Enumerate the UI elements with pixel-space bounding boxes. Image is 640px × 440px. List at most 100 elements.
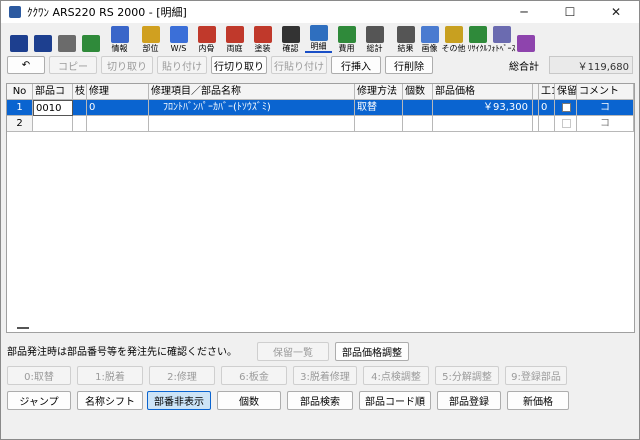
title-bar: ｸｸﾜﾝ ARS220 RS 2000 - [明細] ─ ☐ ✕ xyxy=(1,1,639,23)
repair-cell[interactable]: 0 xyxy=(87,100,149,116)
hide-part-number-button[interactable]: 部番非表示 xyxy=(147,391,211,410)
close-button[interactable]: ✕ xyxy=(593,1,639,23)
part-name-cell[interactable] xyxy=(149,116,355,132)
repair-type-registered-button[interactable]: 9:登録部品 xyxy=(505,366,567,385)
other-tool[interactable]: その他 xyxy=(441,25,466,53)
col-header-hold[interactable]: 保留 xyxy=(555,84,577,100)
repair-type-repair-button[interactable]: 2:修理 xyxy=(149,366,215,385)
row-paste-button[interactable]: 行貼り付け xyxy=(271,56,327,74)
grid-header: No 部品コ 枝 修理 修理項目／部品名称 修理方法 個数 部品価格 工1 保留… xyxy=(7,84,634,100)
image-icon xyxy=(420,26,439,43)
maximize-button[interactable]: ☐ xyxy=(547,1,593,23)
hold-checkbox[interactable] xyxy=(562,119,571,128)
part-price-adjust-button[interactable]: 部品価格調整 xyxy=(335,342,409,361)
table-row[interactable]: 2 コ xyxy=(7,116,634,132)
col-header-repair[interactable]: 修理 xyxy=(87,84,149,100)
copy-button[interactable]: コピー xyxy=(49,56,97,74)
help-tool[interactable] xyxy=(514,25,537,53)
hold-checkbox[interactable] xyxy=(562,103,571,112)
col-header-name[interactable]: 修理項目／部品名称 xyxy=(149,84,355,100)
parts-code-order-button[interactable]: 部品コード順 xyxy=(359,391,431,410)
part-code-cell[interactable] xyxy=(33,116,73,132)
col-header-comment[interactable]: コメント xyxy=(577,84,634,100)
cost-icon xyxy=(337,26,356,43)
recycle-tool[interactable]: ﾘｻｲｸﾙ xyxy=(466,25,489,53)
repair-type-sheetmetal-button[interactable]: 6:板金 xyxy=(221,366,287,385)
comment-cell[interactable]: コ xyxy=(577,100,634,116)
col-header-qty[interactable]: 個数 xyxy=(403,84,433,100)
col-header-no[interactable]: No xyxy=(7,84,33,100)
method-cell[interactable] xyxy=(355,116,403,132)
undo-button[interactable]: ↶ xyxy=(7,56,45,74)
exit-tool[interactable] xyxy=(79,25,102,53)
naiyou-tool-label: 内骨 xyxy=(198,44,215,53)
col-header-work[interactable]: 工1 xyxy=(539,84,555,100)
repair-type-detach-repair-button[interactable]: 3:脱着修理 xyxy=(293,366,357,385)
hold-list-button[interactable]: 保留一覧 xyxy=(257,342,329,361)
parts-register-button[interactable]: 部品登録 xyxy=(437,391,501,410)
parts-search-button[interactable]: 部品検索 xyxy=(287,391,353,410)
other-tool-label: その他 xyxy=(441,44,466,53)
help-icon xyxy=(516,35,535,52)
fotobase-tool-label: ﾌｫﾄﾍﾞｰｽ xyxy=(487,44,516,53)
repair-cell[interactable] xyxy=(87,116,149,132)
work-cell[interactable] xyxy=(539,116,555,132)
confirm-tool[interactable]: 確認 xyxy=(277,25,304,53)
col-header-method[interactable]: 修理方法 xyxy=(355,84,403,100)
minimize-button[interactable]: ─ xyxy=(501,1,547,23)
col-header-code[interactable]: 部品コ xyxy=(33,84,73,100)
branch-cell[interactable] xyxy=(73,116,87,132)
cut-button[interactable]: 切り取り xyxy=(101,56,153,74)
quantity-button[interactable]: 個数 xyxy=(217,391,281,410)
total-tool[interactable]: 総計 xyxy=(361,25,388,53)
col-header-price[interactable]: 部品価格 xyxy=(433,84,533,100)
kyotei-tool[interactable]: 両庭 xyxy=(221,25,248,53)
save-as-tool[interactable] xyxy=(31,25,54,53)
part-code-input[interactable]: 0010 xyxy=(33,100,73,116)
info-tool[interactable]: 情報 xyxy=(108,25,131,53)
parts-position-tool-label: 部位 xyxy=(142,44,159,53)
repair-type-detach-button[interactable]: 1:脱着 xyxy=(77,366,143,385)
naiyou-tool[interactable]: 内骨 xyxy=(193,25,220,53)
branch-cell[interactable] xyxy=(73,100,87,116)
parts-position-tool[interactable]: 部位 xyxy=(137,25,164,53)
row-cut-button[interactable]: 行切り取り xyxy=(211,56,267,74)
repair-type-replace-button[interactable]: 0:取替 xyxy=(7,366,71,385)
print-tool[interactable] xyxy=(55,25,78,53)
row-insert-button[interactable]: 行挿入 xyxy=(331,56,381,74)
price-cell[interactable]: ￥93,300 xyxy=(433,100,533,116)
hold-cell[interactable] xyxy=(555,116,577,132)
row-no: 2 xyxy=(7,116,33,132)
row-delete-button[interactable]: 行削除 xyxy=(385,56,433,74)
ws-tool[interactable]: W/S xyxy=(165,25,192,53)
paint-tool[interactable]: 塗装 xyxy=(249,25,276,53)
comment-cell[interactable]: コ xyxy=(577,116,634,132)
result-tool[interactable]: 結果 xyxy=(394,25,417,53)
paint-tool-label: 塗装 xyxy=(254,44,271,53)
repair-type-disassemble-button[interactable]: 5:分解調整 xyxy=(435,366,499,385)
cost-tool[interactable]: 費用 xyxy=(333,25,360,53)
fotobase-tool[interactable]: ﾌｫﾄﾍﾞｰｽ xyxy=(487,25,516,53)
detail-tool[interactable]: 明細 xyxy=(305,25,332,53)
work-cell[interactable]: 0 xyxy=(539,100,555,116)
qty-cell[interactable] xyxy=(403,100,433,116)
action-bar: ↶ コピー 切り取り 貼り付け 行切り取り 行貼り付け 行挿入 行削除 総合計 … xyxy=(1,56,639,76)
name-shift-button[interactable]: 名称シフト xyxy=(77,391,143,410)
hold-cell[interactable] xyxy=(555,100,577,116)
col-header-branch[interactable]: 枝 xyxy=(73,84,87,100)
jump-button[interactable]: ジャンプ xyxy=(7,391,71,410)
method-cell[interactable]: 取替 xyxy=(355,100,403,116)
ws-icon xyxy=(169,26,188,43)
print-icon xyxy=(57,35,76,52)
image-tool[interactable]: 画像 xyxy=(418,25,441,53)
table-row[interactable]: 1 0010 0 ﾌﾛﾝﾄﾊﾞﾝﾊﾟｰｶﾊﾞｰ(ﾄｿｳｽﾞﾐ) 取替 ￥93,3… xyxy=(7,100,634,116)
repair-type-inspect-button[interactable]: 4:点検調整 xyxy=(363,366,429,385)
scroll-indicator[interactable] xyxy=(17,327,29,329)
save-tool[interactable] xyxy=(7,25,30,53)
qty-cell[interactable] xyxy=(403,116,433,132)
part-name-cell[interactable]: ﾌﾛﾝﾄﾊﾞﾝﾊﾟｰｶﾊﾞｰ(ﾄｿｳｽﾞﾐ) xyxy=(149,100,355,116)
price-cell[interactable] xyxy=(433,116,533,132)
new-price-button[interactable]: 新価格 xyxy=(507,391,569,410)
recycle-icon xyxy=(468,26,487,43)
paste-button[interactable]: 貼り付け xyxy=(157,56,207,74)
